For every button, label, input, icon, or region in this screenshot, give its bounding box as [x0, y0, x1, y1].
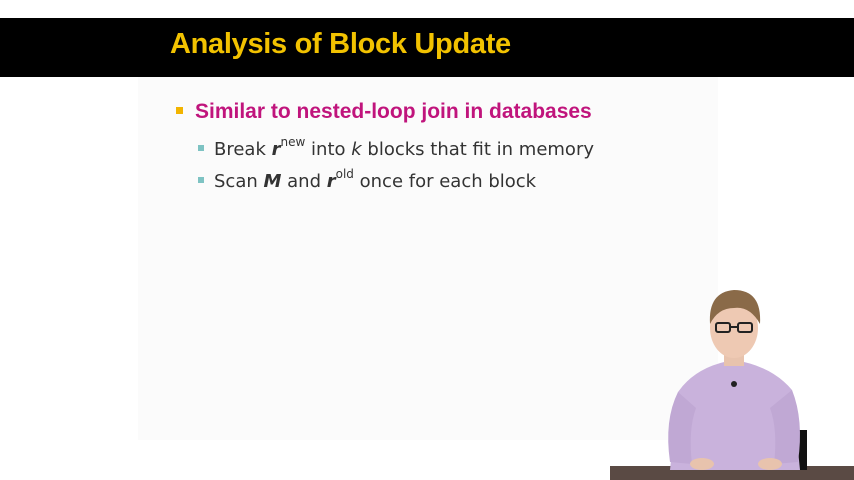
top-strip — [0, 0, 854, 18]
sub-bullet-square-icon — [198, 145, 204, 151]
sub2-prefix: Scan — [214, 171, 264, 192]
sub-bullet-square-icon — [198, 177, 204, 183]
var-r: r — [271, 139, 281, 160]
bullet-level1: Similar to nested-loop join in databases — [176, 100, 592, 124]
slide-title: Analysis of Block Update — [170, 28, 511, 60]
left-hand — [690, 458, 714, 470]
var-r-old: r — [326, 171, 336, 192]
sub1-prefix: Break — [214, 139, 272, 160]
var-M: M — [263, 171, 282, 192]
slide-title-bar: Analysis of Block Update — [0, 18, 854, 77]
sub1-middle: into — [305, 139, 352, 160]
bullet-text: Similar to nested-loop join in databases — [195, 100, 592, 123]
right-hand — [758, 458, 782, 470]
sub2-suffix: once for each block — [353, 171, 537, 192]
sub1-suffix: blocks that fit in memory — [361, 139, 594, 160]
var-k: k — [351, 139, 362, 160]
speaker-figure — [610, 290, 854, 480]
sup-old: old — [335, 167, 354, 181]
sub2-and: and — [281, 171, 327, 192]
bullet-square-icon — [176, 106, 183, 114]
lapel-mic — [731, 381, 737, 387]
sub-bullet-break: Break rnew into k blocks that fit in mem… — [198, 135, 594, 160]
sup-new: new — [280, 135, 306, 149]
sub-bullet-scan: Scan M and rold once for each block — [198, 167, 537, 192]
